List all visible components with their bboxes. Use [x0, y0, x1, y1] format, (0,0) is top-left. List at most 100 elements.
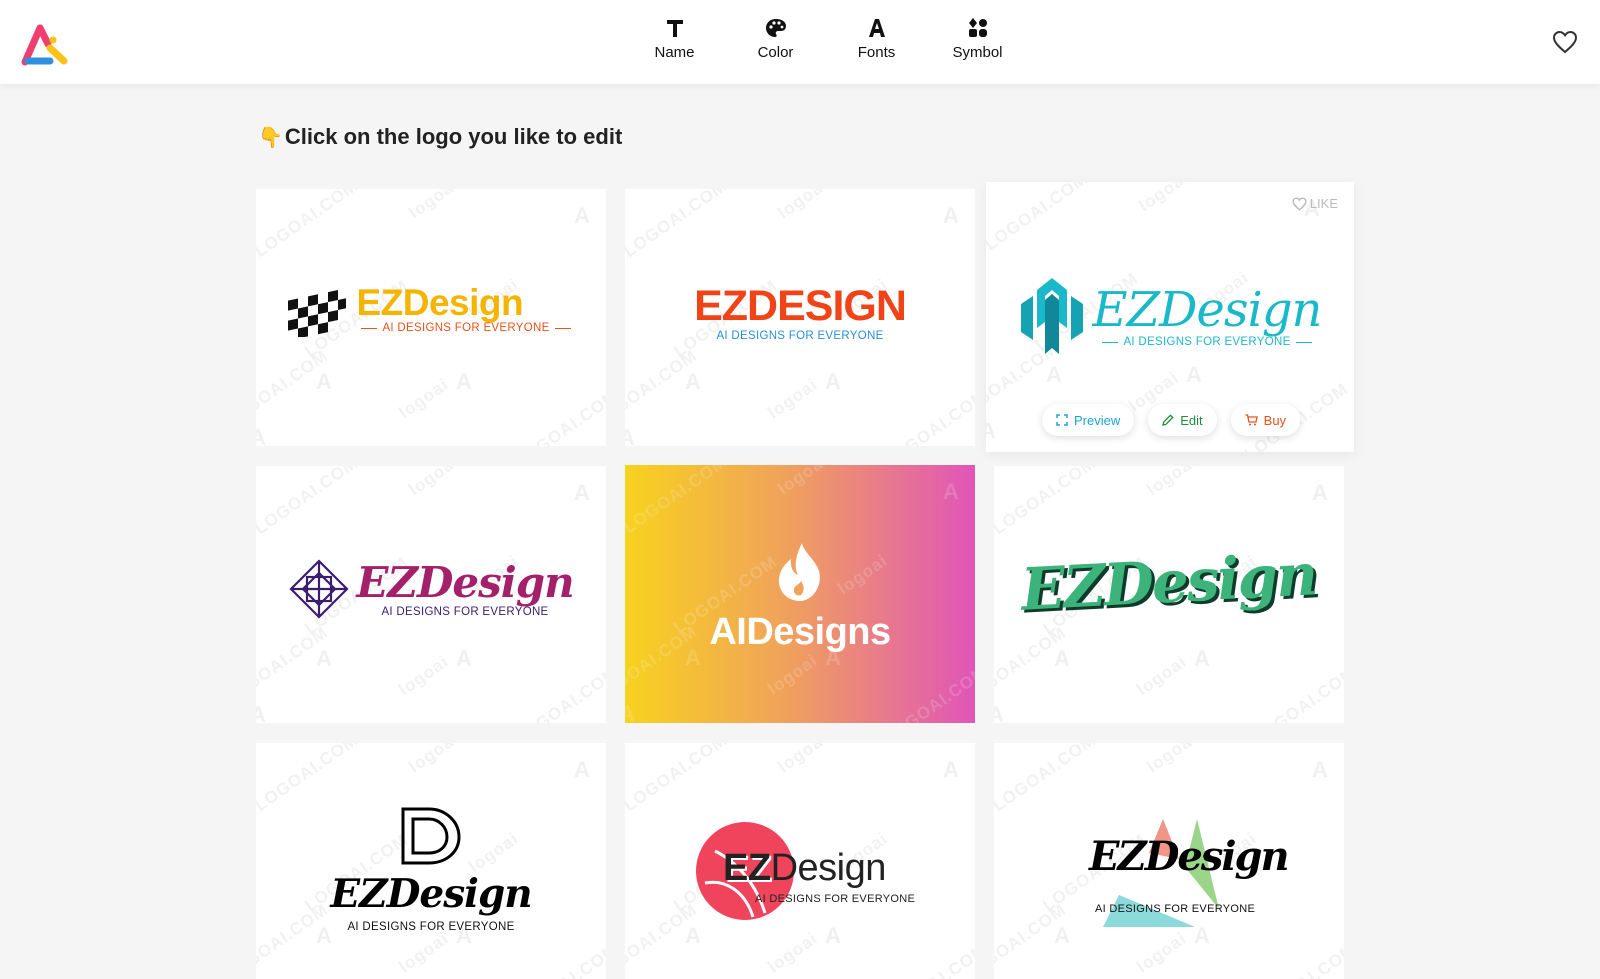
- logo-card-6[interactable]: LOGOAI.COM logoai LOGOAI.COM logoai LOGOAI.C…: [994, 466, 1344, 723]
- nav-fonts[interactable]: Fonts: [826, 14, 927, 70]
- logo-card-2[interactable]: LOGOAI.COM logoai LOGOAI.COM logoai LOGOAI.C…: [625, 189, 975, 446]
- top-bar: Name Color Fonts Symbol: [0, 0, 1600, 84]
- watermark-text: logoai: [1143, 466, 1201, 500]
- logo-4: EZDesign AI DESIGNS FOR EVERYONE: [256, 558, 606, 620]
- watermark-text: LOGOAI.COM: [880, 940, 975, 979]
- watermark-text: logoai: [1133, 928, 1191, 977]
- logo-3-tagline: AI DESIGNS FOR EVERYONE: [1123, 336, 1291, 348]
- watermark-text: LOGOAI.COM: [256, 345, 332, 432]
- logo-1: EZDesign AI DESIGNS FOR EVERYONE: [256, 281, 606, 337]
- logo-4-name: EZDesign: [356, 558, 574, 607]
- watermark-text: logoai: [774, 743, 832, 777]
- watermark-text: LOGOAI.COM: [994, 622, 1070, 709]
- watermark-a-icon: A: [256, 702, 266, 723]
- watermark-text: logoai: [405, 743, 463, 777]
- watermark-a-icon: A: [685, 369, 701, 394]
- watermark-text: LOGOAI.COM: [994, 466, 1100, 539]
- nav-symbol[interactable]: Symbol: [927, 14, 1028, 70]
- nav-color[interactable]: Color: [725, 14, 826, 70]
- watermark-text: LOGOAI.COM: [256, 466, 362, 539]
- watermark-a-icon: A: [1046, 362, 1062, 387]
- logo-9-tagline: AI DESIGNS FOR EVERYONE: [1095, 903, 1256, 915]
- watermark-text: logoai: [764, 374, 822, 423]
- logo-8-name-design: Design: [770, 847, 887, 889]
- cart-icon: [1245, 414, 1258, 426]
- buy-label: Buy: [1263, 412, 1287, 428]
- watermark-a-icon: A: [1186, 362, 1202, 387]
- watermark-text: LOGOAI.COM: [880, 661, 975, 723]
- watermark-text: logoai: [395, 374, 453, 423]
- watermark-a-icon: A: [456, 369, 472, 394]
- watermark-text: logoai: [405, 189, 463, 223]
- watermark-text: LOGOAI.COM: [880, 385, 975, 446]
- logo-1-name: EZDesign: [356, 282, 524, 323]
- logo-card-8[interactable]: LOGOAI.COMlogoaiLOGOAI.COMlogoaiLOGOAI.C…: [625, 743, 975, 979]
- font-a-icon: [868, 14, 886, 42]
- logo-7-name: EZDesign: [330, 871, 532, 917]
- logo-8-name-ez: EZ: [723, 847, 771, 889]
- logo-8-tagline: AI DESIGNS FOR EVERYONE: [755, 893, 916, 905]
- favorites-heart-icon[interactable]: [1552, 30, 1580, 56]
- watermark-text: LOGOAI.COM: [1249, 662, 1344, 723]
- watermark-text: LOGOAI.COM: [511, 940, 606, 979]
- watermark-text: logoai: [395, 651, 453, 700]
- logo-9: EZDesign AI DESIGNS FOR EVERYONE: [994, 819, 1344, 929]
- watermark-a-icon: A: [1054, 646, 1070, 671]
- flame-icon: [778, 543, 820, 601]
- logo-card-4[interactable]: LOGOAI.COM logoai LOGOAI.COM logoai LOGOAI.C…: [256, 466, 606, 723]
- logo-card-1[interactable]: LOGOAI.COM logoai LOGOAI.COM logoai LOGOAI.C…: [256, 189, 606, 446]
- watermark-a-icon: A: [825, 923, 841, 948]
- editor-nav: Name Color Fonts Symbol: [624, 14, 1028, 70]
- watermark-text: logoai: [764, 928, 822, 977]
- logoai-logo-icon[interactable]: [20, 20, 70, 66]
- nav-name[interactable]: Name: [624, 14, 725, 70]
- watermark-a-icon: A: [625, 425, 635, 446]
- palette-icon: [765, 14, 787, 42]
- logo-6: EZDesign: [994, 540, 1344, 623]
- watermark-text: logoai: [395, 928, 453, 977]
- logo-card-9[interactable]: LOGOAI.COM logoai LOGOAI.COM logoai LOGOAI.C…: [994, 743, 1344, 979]
- preview-label: Preview: [1074, 412, 1121, 428]
- watermark-text: logoai: [774, 465, 832, 499]
- watermark-text: logoai: [764, 650, 822, 699]
- edit-button[interactable]: Edit: [1148, 404, 1217, 436]
- logo-7: EZDesign AI DESIGNS FOR EVERYONE: [256, 805, 606, 933]
- watermark-a-icon: A: [943, 757, 959, 782]
- logo-9-name: EZDesign: [1089, 833, 1290, 880]
- watermark-text: logoai: [405, 466, 463, 500]
- watermark-text: LOGOAI.COM: [625, 465, 731, 538]
- nav-name-label: Name: [654, 44, 695, 61]
- watermark-text: logoai: [1135, 182, 1193, 216]
- logo-8-name: EZDesign: [723, 847, 886, 890]
- logo-5-name: AIDesigns: [709, 611, 891, 653]
- letter-d-icon: [401, 807, 461, 865]
- watermark-a-icon: A: [1312, 757, 1328, 782]
- logo-2: EZDESIGN AI DESIGNS FOR EVERYONE: [625, 284, 975, 342]
- watermark-text: LOGOAI.COM: [986, 182, 1092, 255]
- watermark-a-icon: A: [994, 702, 1004, 723]
- watermark-a-icon: A: [625, 701, 635, 723]
- watermark-a-icon: A: [943, 479, 959, 504]
- logo-card-3[interactable]: LOGOAI.COM logoai LOGOAI.COM logoai LOGOAI.C…: [986, 182, 1354, 452]
- watermark-text: LOGOAI.COM: [511, 662, 606, 723]
- preview-button[interactable]: Preview: [1042, 404, 1135, 436]
- expand-icon: [1056, 414, 1068, 426]
- watermark-text: LOGOAI.COM: [625, 743, 731, 816]
- watermark-a-icon: A: [456, 646, 472, 671]
- logo-card-5[interactable]: LOGOAI.COM logoai LOGOAI.COM logoai LOGOAI.C…: [625, 465, 975, 723]
- logo-1-tagline: AI DESIGNS FOR EVERYONE: [382, 322, 550, 334]
- pencil-icon: [1162, 414, 1174, 426]
- logo-card-7[interactable]: LOGOAI.COM logoai LOGOAI.COM logoai LOGOAI.C…: [256, 743, 606, 979]
- watermark-text: LOGOAI.COM: [511, 385, 606, 446]
- like-button[interactable]: LIKE: [1292, 196, 1338, 211]
- instruction-text: Click on the logo you like to edit: [284, 124, 623, 149]
- watermark-a-icon: A: [574, 203, 590, 228]
- checkered-flag-icon: [288, 289, 347, 337]
- watermark-text: logoai: [774, 189, 832, 223]
- watermark-text: logoai: [1133, 651, 1191, 700]
- logo-5: AIDesigns: [625, 541, 975, 654]
- buy-button[interactable]: Buy: [1230, 404, 1301, 436]
- logo-2-name: EZDESIGN: [694, 282, 907, 330]
- watermark-text: LOGOAI.COM: [1249, 940, 1344, 979]
- watermark-text: LOGOAI.COM: [994, 743, 1100, 816]
